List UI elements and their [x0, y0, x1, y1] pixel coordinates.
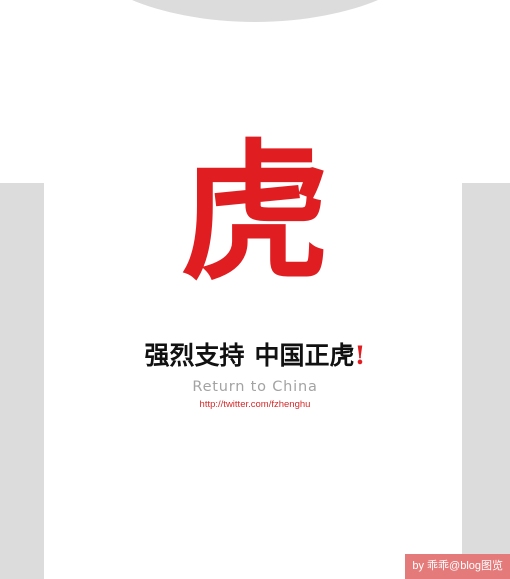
twitter-url: http://twitter.com/fzhenghu	[199, 399, 311, 410]
subtitle-return-to-china: Return to China	[192, 379, 318, 395]
slogan-text: 强烈支持 中国正虎!	[0, 343, 510, 368]
shirt-print: 虎 强烈支持 中国正虎! Return to China http://twitt…	[0, 0, 510, 579]
slogan-part-zhenghu: 中国正虎	[254, 341, 355, 370]
slogan-exclamation: !	[354, 341, 366, 370]
slogan-part-support: 强烈支持	[144, 341, 245, 370]
watermark-badge: by 乖乖@blog图览	[405, 554, 510, 579]
tiger-glyph: 虎	[179, 125, 330, 301]
